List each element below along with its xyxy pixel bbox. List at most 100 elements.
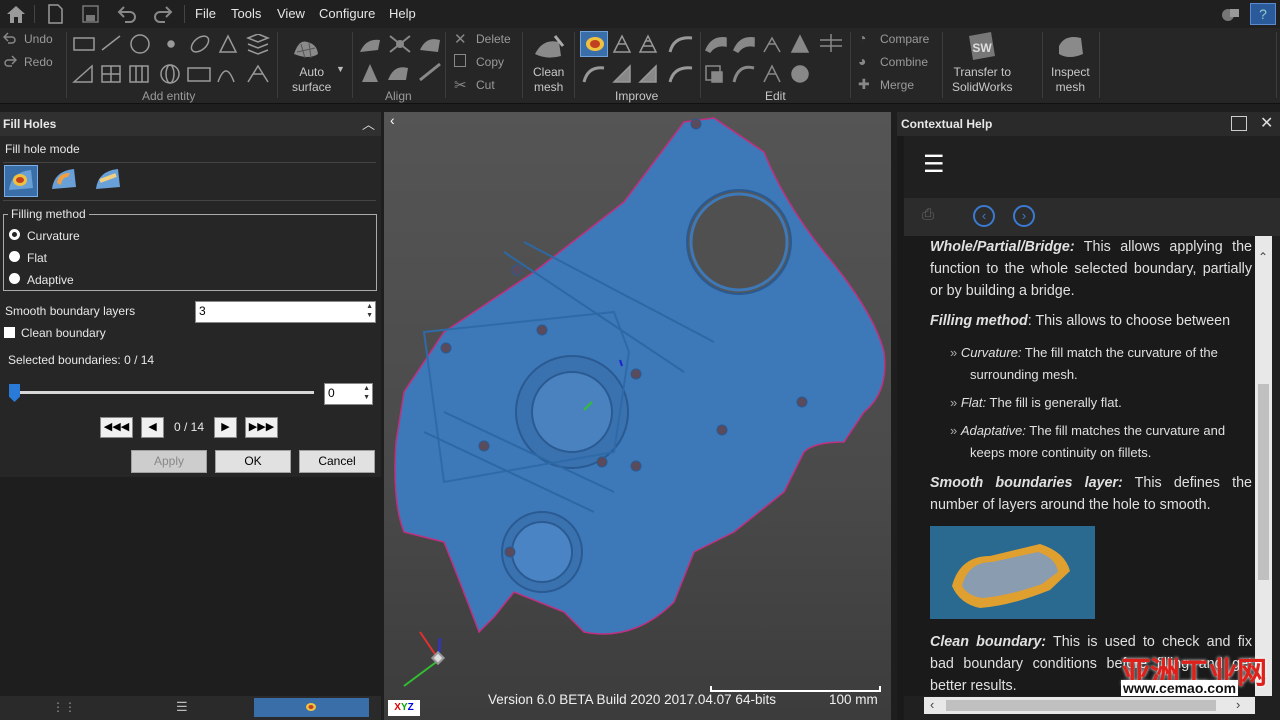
radio-curvature[interactable] bbox=[9, 229, 20, 240]
auto-surface-icon bbox=[294, 41, 318, 59]
auto-surface-label-1: Auto bbox=[299, 65, 325, 79]
auto-surface-dropdown-icon[interactable]: ▼ bbox=[336, 64, 345, 74]
align-icons[interactable] bbox=[358, 34, 442, 86]
cut-icon: ✂ bbox=[454, 77, 467, 94]
improve-icons[interactable] bbox=[612, 34, 698, 86]
first-boundary-button[interactable]: ◀◀◀ bbox=[100, 417, 133, 438]
clean-boundary-checkbox[interactable] bbox=[4, 327, 15, 338]
add-entity-label: Add entity bbox=[142, 89, 196, 103]
help-hscrollbar[interactable]: ‹ › bbox=[924, 697, 1255, 714]
scroll-left-icon[interactable]: ‹ bbox=[930, 697, 934, 712]
tree-icon[interactable]: ⋮⋮ bbox=[52, 700, 76, 714]
merge-button[interactable]: Merge bbox=[880, 78, 914, 92]
svg-text:?: ? bbox=[1259, 6, 1267, 22]
hscroll-thumb[interactable] bbox=[946, 700, 1216, 711]
close-icon[interactable]: ✕ bbox=[1260, 113, 1273, 133]
merge-icon: ✚ bbox=[858, 76, 870, 92]
redo-icon[interactable] bbox=[150, 3, 176, 25]
float-icon[interactable] bbox=[1231, 116, 1247, 131]
scroll-right-icon[interactable]: › bbox=[1236, 697, 1240, 712]
menu-help[interactable]: Help bbox=[389, 6, 416, 21]
help-vscrollbar[interactable]: ⌃ ⌄ bbox=[1255, 236, 1272, 696]
clean-mesh-button[interactable]: Clean mesh bbox=[533, 65, 564, 95]
solidworks-icon: SW bbox=[969, 32, 995, 60]
redo-button[interactable]: Redo bbox=[24, 55, 53, 69]
panel-header: Fill Holes ︿ bbox=[0, 112, 381, 136]
print-icon[interactable]: ⎙ bbox=[922, 206, 934, 223]
edit-label: Edit bbox=[765, 89, 786, 103]
transfer-label-2: SolidWorks bbox=[952, 80, 1013, 94]
delete-button[interactable]: Delete bbox=[476, 32, 511, 46]
bottom-tabs: ⋮⋮ ☰ bbox=[0, 696, 381, 720]
boundary-slider-track[interactable] bbox=[12, 391, 314, 394]
radio-flat-label[interactable]: Flat bbox=[27, 251, 47, 265]
spin-arrows-icon[interactable]: ▲ ▼ bbox=[366, 302, 373, 320]
cut-button[interactable]: Cut bbox=[476, 78, 495, 92]
fill-holes-tab[interactable] bbox=[254, 698, 369, 717]
radio-curvature-label[interactable]: Curvature bbox=[27, 229, 80, 243]
help-list-term-3: Adaptative: bbox=[960, 423, 1026, 438]
redo-small-icon bbox=[4, 55, 17, 67]
spin-arrows-icon-2[interactable]: ▲ ▼ bbox=[363, 384, 370, 402]
home-icon[interactable] bbox=[4, 3, 30, 25]
compare-button[interactable]: Compare bbox=[880, 32, 929, 46]
radio-flat[interactable] bbox=[9, 251, 20, 262]
help-list: » Curvature: The fill match the curvatur… bbox=[940, 342, 1252, 464]
back-icon[interactable]: ‹ bbox=[973, 205, 995, 227]
transfer-solidworks-button[interactable]: Transfer to SolidWorks bbox=[952, 65, 1012, 95]
undo-small-icon bbox=[3, 32, 16, 44]
last-boundary-button[interactable]: ▶▶▶ bbox=[245, 417, 278, 438]
help-toolbar: ⎙ ‹ › bbox=[904, 198, 1280, 236]
boundary-slider-thumb[interactable] bbox=[9, 384, 20, 402]
radio-adaptive[interactable] bbox=[9, 273, 20, 284]
mesh-model[interactable] bbox=[384, 112, 891, 720]
undo-button[interactable]: Undo bbox=[24, 32, 53, 46]
combine-icon: ◕ bbox=[858, 53, 867, 69]
improve-icon-extra[interactable] bbox=[582, 64, 606, 84]
cancel-button[interactable]: Cancel bbox=[299, 450, 375, 473]
save-icon[interactable] bbox=[80, 3, 106, 25]
inspect-mesh-icon bbox=[1059, 37, 1083, 57]
combine-button[interactable]: Combine bbox=[880, 55, 928, 69]
boundary-index-spinbox[interactable]: 0 ▲ ▼ bbox=[324, 383, 373, 405]
list-icon[interactable]: ☰ bbox=[176, 699, 188, 715]
copy-button[interactable]: Copy bbox=[476, 55, 504, 69]
inspect-mesh-button[interactable]: Inspect mesh bbox=[1051, 65, 1090, 95]
help-paragraph-1: Whole/Partial/Bridge: This allows applyi… bbox=[930, 236, 1252, 302]
apply-button[interactable]: Apply bbox=[131, 450, 207, 473]
add-entity-icons[interactable] bbox=[72, 34, 272, 86]
help-paragraph-3: Smooth boundaries layer: This defines th… bbox=[930, 472, 1252, 516]
menu-file[interactable]: File bbox=[195, 6, 216, 21]
auto-surface-button[interactable]: Auto surface bbox=[292, 65, 331, 95]
mode-partial-button[interactable] bbox=[48, 165, 82, 197]
collapse-icon[interactable]: ︿ bbox=[362, 114, 375, 133]
help-term-2: Filling method bbox=[930, 313, 1028, 329]
next-boundary-button[interactable]: ▶ bbox=[214, 417, 237, 438]
help-list-desc-2: The fill is generally flat. bbox=[986, 395, 1122, 410]
scroll-up-icon[interactable]: ⌃ bbox=[1258, 250, 1268, 264]
mode-bridge-button[interactable] bbox=[92, 165, 126, 197]
menu-tools[interactable]: Tools bbox=[231, 6, 261, 21]
svg-text:SW: SW bbox=[972, 41, 992, 55]
undo-icon[interactable] bbox=[116, 3, 142, 25]
mode-whole-button[interactable] bbox=[4, 165, 38, 197]
forward-icon[interactable]: › bbox=[1013, 205, 1035, 227]
user-icon[interactable] bbox=[1218, 3, 1244, 25]
vscroll-thumb[interactable] bbox=[1258, 384, 1269, 580]
fill-holes-tool-active[interactable] bbox=[580, 31, 608, 57]
smooth-boundary-label: Smooth boundary layers bbox=[5, 304, 136, 318]
boundary-counter: 0 / 14 bbox=[174, 420, 205, 434]
hamburger-menu-icon[interactable]: ☰ bbox=[923, 152, 945, 178]
help-icon[interactable]: ? bbox=[1250, 3, 1276, 25]
radio-adaptive-label[interactable]: Adaptive bbox=[27, 273, 74, 287]
menu-configure[interactable]: Configure bbox=[319, 6, 375, 21]
prev-boundary-button[interactable]: ◀ bbox=[141, 417, 164, 438]
menu-view[interactable]: View bbox=[277, 6, 305, 21]
help-list-item: » Adaptative: The fill matches the curva… bbox=[950, 423, 1226, 460]
3d-viewport[interactable]: ‹ XYZ Version 6.0 BETA Build 2020 2017.0… bbox=[384, 112, 891, 720]
edit-icons[interactable] bbox=[704, 34, 850, 86]
smooth-boundary-spinbox[interactable]: 3 ▲ ▼ bbox=[195, 301, 376, 323]
ok-button[interactable]: OK bbox=[215, 450, 291, 473]
clean-boundary-label[interactable]: Clean boundary bbox=[21, 326, 106, 340]
new-file-icon[interactable] bbox=[44, 3, 70, 25]
